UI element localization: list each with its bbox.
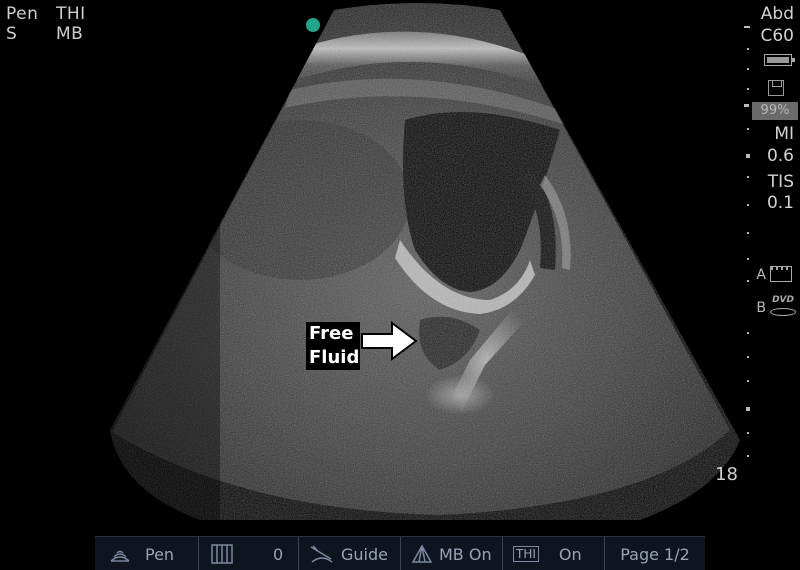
annotation-line-2: Fluid — [306, 346, 360, 370]
film-icon — [770, 266, 792, 282]
film-slot-label: A — [756, 267, 766, 283]
page-label: Page 1/2 — [620, 544, 690, 564]
ultrasound-image — [110, 3, 740, 520]
right-info-panel: Abd C60 99% MI 0.6 TIS 0.1 A B DVD — [740, 0, 800, 530]
save-icon — [768, 80, 784, 96]
thi-status-label: THI — [56, 4, 86, 24]
depth-value: 18 — [715, 464, 738, 485]
page-indicator[interactable]: Page 1/2 — [605, 537, 705, 570]
dvd-slot-label: B — [756, 300, 766, 316]
probe-fan-icon — [110, 550, 130, 562]
bottom-control-bar: Pen 0 Guide MB On THI On Page 1/2 — [95, 536, 705, 570]
cine-buffer-icon — [211, 544, 233, 564]
tis-value: 0.1 — [766, 193, 794, 213]
pen-label: Pen — [145, 544, 175, 564]
storage-percent-badge: 99% — [752, 102, 798, 120]
mb-status-label: MB — [56, 24, 84, 44]
mi-label: MI — [774, 124, 794, 144]
guide-label: Guide — [341, 544, 388, 564]
resolution-label: S — [6, 24, 18, 44]
mb-label: MB On — [439, 544, 492, 564]
transducer-mode-label: Pen — [6, 4, 39, 24]
thi-control[interactable]: THI On — [503, 537, 605, 570]
annotation-line-1: Free — [306, 322, 360, 346]
arrow-right-icon — [361, 321, 418, 361]
transducer-label: C60 — [760, 26, 794, 46]
needle-guide-icon — [310, 545, 333, 563]
battery-icon — [764, 54, 795, 66]
guide-control[interactable]: Guide — [299, 537, 401, 570]
mi-value: 0.6 — [766, 146, 794, 166]
thi-value: On — [558, 544, 582, 564]
orientation-marker — [306, 18, 320, 32]
dvd-icon: DVD — [772, 295, 794, 305]
thi-badge: THI — [513, 546, 539, 562]
exam-type-label: Abd — [760, 4, 794, 24]
free-fluid-annotation: Free Fluid — [306, 322, 360, 370]
cine-control[interactable]: 0 — [199, 537, 299, 570]
multibeam-icon — [411, 544, 433, 563]
pen-control[interactable]: Pen — [95, 537, 199, 570]
tis-label: TIS — [767, 172, 794, 192]
disc-icon — [770, 308, 796, 316]
cine-value: 0 — [273, 544, 284, 564]
mb-control[interactable]: MB On — [401, 537, 503, 570]
